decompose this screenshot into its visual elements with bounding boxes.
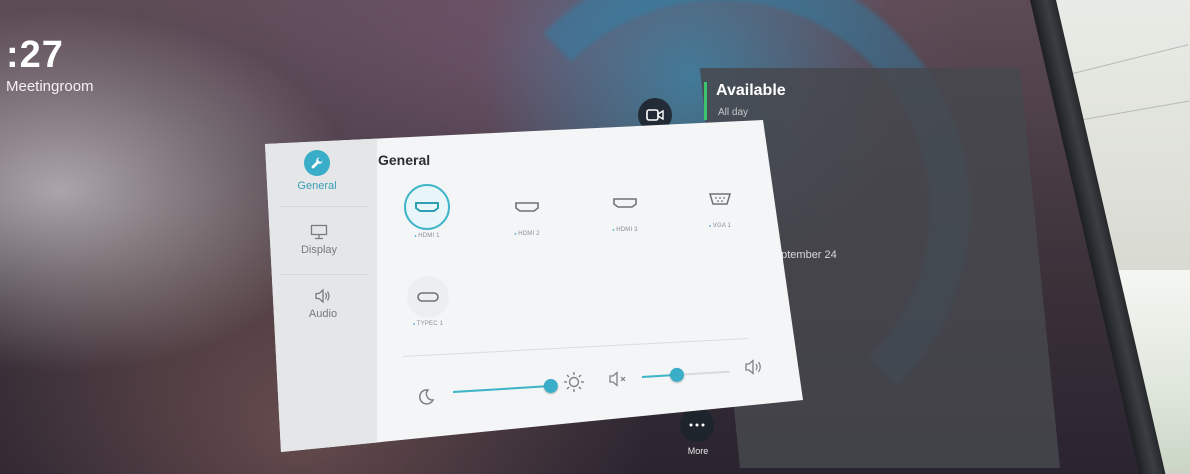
- availability-title: Available: [716, 82, 786, 99]
- date-text: eptember 24: [775, 249, 837, 261]
- speaker-icon: [315, 288, 330, 304]
- dialog-sidebar: General Display Audio: [265, 120, 377, 452]
- room-name: Meetingroom: [6, 78, 94, 95]
- wrench-icon: [304, 150, 330, 176]
- source-label: HDMI 1: [392, 233, 462, 239]
- availability-subtitle: All day: [718, 107, 749, 118]
- ceiling-line: [1061, 44, 1189, 77]
- source-settings-dialog: General Display Audio General HDMI 1: [265, 120, 803, 452]
- ceiling-line: [1080, 100, 1190, 121]
- source-label: HDMI 2: [492, 231, 562, 237]
- moon-icon: [415, 386, 437, 408]
- brightness-slider[interactable]: [452, 378, 559, 394]
- source-label: HDMI 3: [590, 227, 660, 233]
- source-hdmi-3[interactable]: HDMI 3: [590, 182, 660, 233]
- source-vga-1[interactable]: VGA 1: [685, 178, 755, 229]
- mute-icon: [607, 368, 631, 390]
- speaker-icon: [743, 356, 767, 378]
- volume-slider-knob[interactable]: [669, 367, 685, 383]
- nav-divider: [279, 274, 369, 275]
- nav-display[interactable]: Display: [269, 224, 369, 256]
- sun-icon: [562, 370, 586, 394]
- more-button[interactable]: [680, 408, 714, 442]
- hdmi-icon: [506, 186, 548, 228]
- hdmi-icon: [604, 182, 646, 224]
- availability-indicator: [704, 82, 707, 120]
- brightness-slider-fill: [452, 385, 551, 393]
- source-label: VGA 1: [685, 223, 755, 229]
- more-label: More: [687, 446, 709, 456]
- source-hdmi-1[interactable]: HDMI 1: [392, 184, 462, 239]
- dialog-title: General: [378, 152, 431, 168]
- volume-slider[interactable]: [641, 367, 730, 383]
- vga-icon: [699, 178, 741, 220]
- nav-divider: [279, 206, 369, 207]
- nav-display-label: Display: [300, 244, 338, 256]
- nav-general[interactable]: General: [267, 150, 367, 192]
- monitor-icon: [310, 224, 328, 240]
- source-label: TYPEC 1: [393, 321, 463, 327]
- video-camera-icon: [646, 109, 664, 121]
- more-dots-icon: [689, 423, 705, 427]
- hdmi-icon: [404, 184, 450, 230]
- nav-audio-label: Audio: [308, 308, 338, 320]
- clock: :27: [6, 34, 64, 76]
- nav-general-label: General: [297, 180, 337, 192]
- brightness-slider-knob[interactable]: [543, 378, 559, 394]
- usb-c-icon: [407, 276, 449, 318]
- source-hdmi-2[interactable]: HDMI 2: [492, 186, 562, 237]
- nav-audio[interactable]: Audio: [273, 288, 373, 320]
- source-typec-1[interactable]: TYPEC 1: [393, 276, 463, 327]
- content-divider: [402, 337, 748, 357]
